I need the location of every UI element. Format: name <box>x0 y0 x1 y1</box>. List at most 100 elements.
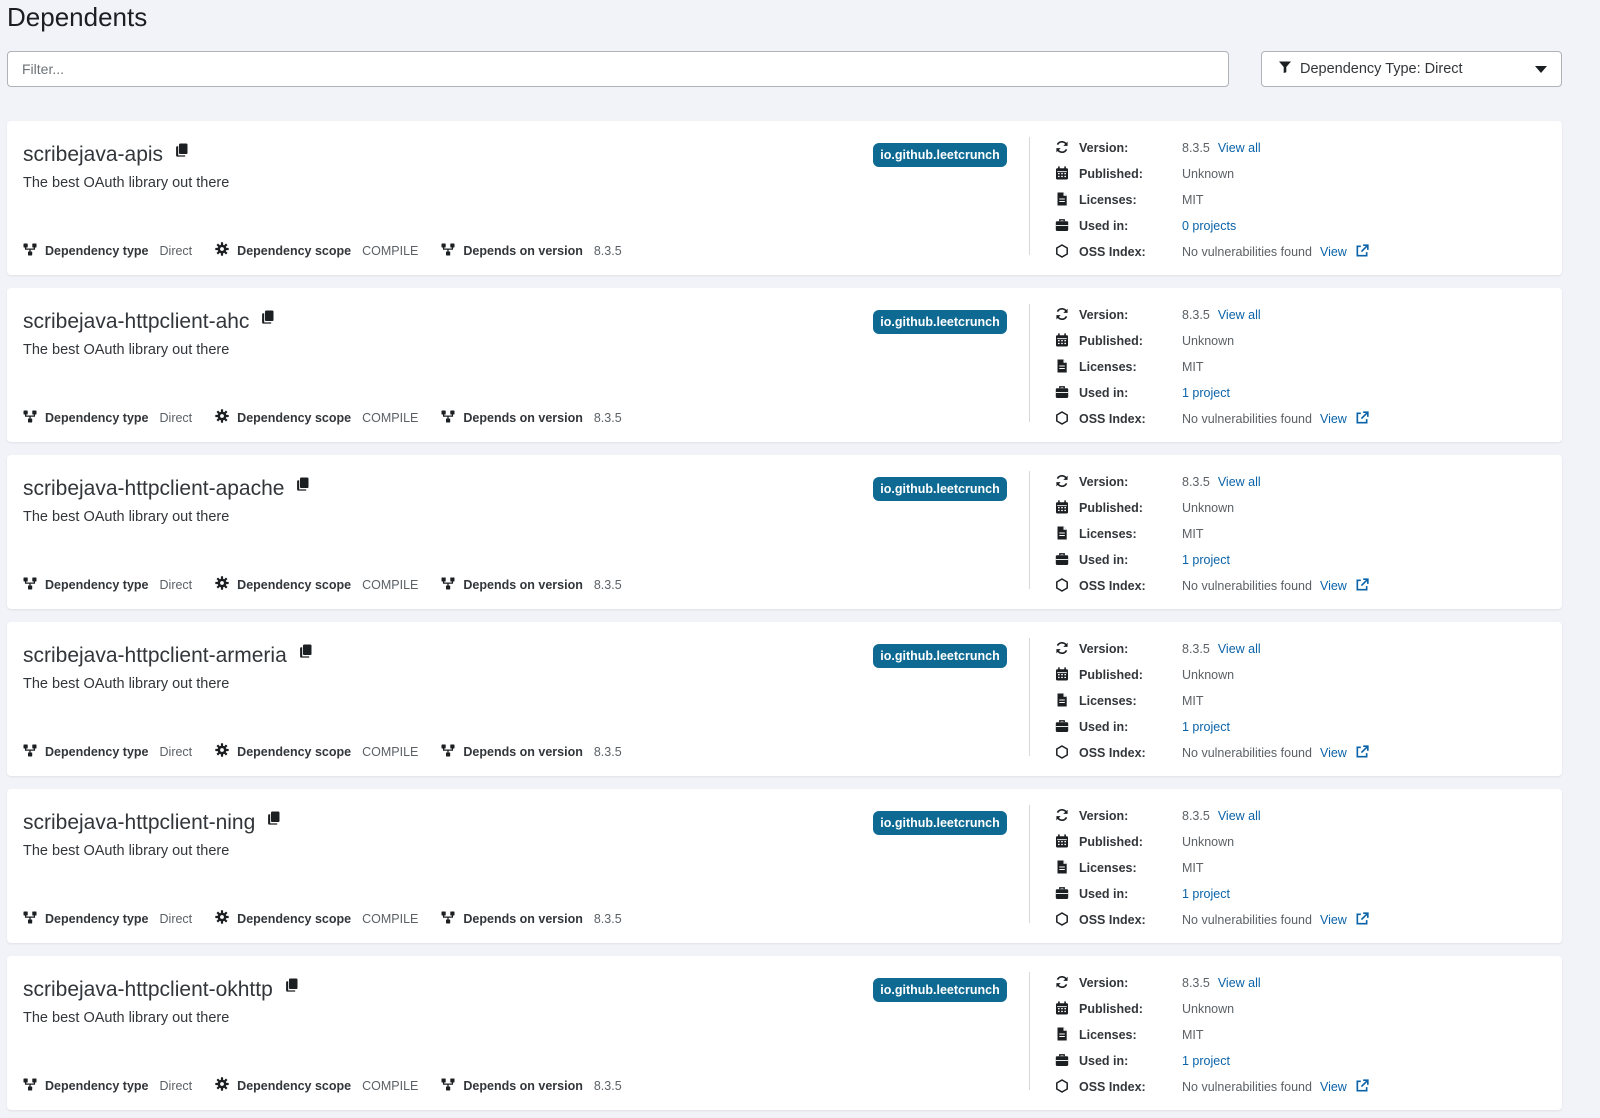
group-badge[interactable]: io.github.leetcrunch <box>873 978 1007 1002</box>
oss-index-row: OSS Index: No vulnerabilities found View <box>1055 406 1555 432</box>
group-badge[interactable]: io.github.leetcrunch <box>873 310 1007 334</box>
group-badge[interactable]: io.github.leetcrunch <box>873 143 1007 167</box>
used-in-link[interactable]: 0 projects <box>1182 219 1236 233</box>
hexagon-icon <box>1055 911 1079 929</box>
used-in-link[interactable]: 1 project <box>1182 720 1230 734</box>
version-value: 8.3.5 <box>1182 642 1210 656</box>
version-row: Version: 8.3.5 View all <box>1055 302 1555 328</box>
group-badge[interactable]: io.github.leetcrunch <box>873 644 1007 668</box>
licenses-label: Licenses: <box>1079 527 1137 541</box>
external-link-icon[interactable] <box>1355 744 1379 762</box>
oss-index-view-link[interactable]: View <box>1320 245 1347 259</box>
licenses-value: MIT <box>1182 861 1204 875</box>
copy-icon[interactable] <box>285 975 298 999</box>
used-in-link[interactable]: 1 project <box>1182 887 1230 901</box>
view-all-versions-link[interactable]: View all <box>1218 642 1261 656</box>
published-value: Unknown <box>1182 501 1235 515</box>
oss-index-value: No vulnerabilities found <box>1182 412 1312 426</box>
hierarchy-icon <box>23 577 45 593</box>
copy-icon[interactable] <box>175 140 188 164</box>
dependent-description: The best OAuth library out there <box>23 342 230 358</box>
dependent-card: scribejava-httpclient-apache The best OA… <box>7 455 1562 609</box>
external-link-icon[interactable] <box>1355 911 1379 929</box>
group-badge[interactable]: io.github.leetcrunch <box>873 811 1007 835</box>
published-label: Published: <box>1079 1002 1143 1016</box>
dependency-type-label: Dependency type <box>45 243 149 258</box>
view-all-versions-link[interactable]: View all <box>1218 308 1261 322</box>
published-row: Published: Unknown <box>1055 829 1555 855</box>
dependent-details: Version: 8.3.5 View all Published: Unkno… <box>1055 135 1555 265</box>
licenses-value: MIT <box>1182 694 1204 708</box>
external-link-icon[interactable] <box>1355 1078 1379 1096</box>
used-in-link[interactable]: 1 project <box>1182 553 1230 567</box>
used-in-label: Used in: <box>1079 219 1129 233</box>
dependency-type-value: Direct <box>159 1078 193 1093</box>
dependency-scope-value: COMPILE <box>362 577 419 592</box>
copy-icon[interactable] <box>299 641 312 665</box>
dependent-name[interactable]: scribejava-httpclient-ning <box>23 811 255 834</box>
copy-icon[interactable] <box>261 307 274 331</box>
hierarchy-icon <box>441 1078 463 1094</box>
used-in-row: Used in: 1 project <box>1055 714 1555 740</box>
dependent-details: Version: 8.3.5 View all Published: Unkno… <box>1055 636 1555 766</box>
document-icon <box>1055 1027 1079 1044</box>
gear-icon <box>215 409 237 426</box>
copy-icon[interactable] <box>296 474 309 498</box>
copy-icon[interactable] <box>267 808 280 832</box>
dependent-name[interactable]: scribejava-httpclient-armeria <box>23 644 287 667</box>
page-title: Dependents <box>7 2 148 32</box>
oss-index-view-link[interactable]: View <box>1320 412 1347 426</box>
dependent-name[interactable]: scribejava-httpclient-okhttp <box>23 978 273 1001</box>
version-label: Version: <box>1079 976 1129 990</box>
dependent-name[interactable]: scribejava-apis <box>23 143 163 166</box>
used-in-row: Used in: 1 project <box>1055 547 1555 573</box>
depends-on-version-label: Depends on version <box>463 577 583 592</box>
refresh-icon <box>1055 474 1079 491</box>
licenses-row: Licenses: MIT <box>1055 354 1555 380</box>
dependent-name[interactable]: scribejava-httpclient-apache <box>23 477 284 500</box>
dependent-name[interactable]: scribejava-httpclient-ahc <box>23 310 249 333</box>
used-in-link[interactable]: 1 project <box>1182 386 1230 400</box>
view-all-versions-link[interactable]: View all <box>1218 141 1261 155</box>
calendar-icon <box>1055 1000 1079 1018</box>
view-all-versions-link[interactable]: View all <box>1218 809 1261 823</box>
oss-index-view-link[interactable]: View <box>1320 579 1347 593</box>
depends-on-version-value: 8.3.5 <box>593 744 622 759</box>
licenses-value: MIT <box>1182 1028 1204 1042</box>
dependency-type-dropdown[interactable]: Dependency Type: Direct <box>1261 51 1562 87</box>
filter-input[interactable] <box>7 51 1229 87</box>
dependent-card: scribejava-apis The best OAuth library o… <box>7 121 1562 275</box>
version-row: Version: 8.3.5 View all <box>1055 803 1555 829</box>
card-divider <box>1029 972 1030 1090</box>
version-row: Version: 8.3.5 View all <box>1055 636 1555 662</box>
briefcase-icon <box>1055 385 1079 402</box>
oss-index-view-link[interactable]: View <box>1320 1080 1347 1094</box>
external-link-icon[interactable] <box>1355 410 1379 428</box>
published-label: Published: <box>1079 668 1143 682</box>
licenses-row: Licenses: MIT <box>1055 521 1555 547</box>
dependent-details: Version: 8.3.5 View all Published: Unkno… <box>1055 469 1555 599</box>
external-link-icon[interactable] <box>1355 577 1379 595</box>
oss-index-label: OSS Index: <box>1079 579 1146 593</box>
dependency-scope-value: COMPILE <box>362 744 419 759</box>
document-icon <box>1055 860 1079 877</box>
external-link-icon[interactable] <box>1355 243 1379 261</box>
oss-index-value: No vulnerabilities found <box>1182 746 1312 760</box>
published-label: Published: <box>1079 167 1143 181</box>
dependency-meta: Dependency type Direct Dependency scope … <box>23 743 645 760</box>
dependent-card: scribejava-httpclient-ning The best OAut… <box>7 789 1562 943</box>
oss-index-view-link[interactable]: View <box>1320 746 1347 760</box>
dependency-type-label: Dependency type <box>45 1078 149 1093</box>
filter-icon <box>1278 60 1292 79</box>
gear-icon <box>215 743 237 760</box>
oss-index-value: No vulnerabilities found <box>1182 913 1312 927</box>
view-all-versions-link[interactable]: View all <box>1218 976 1261 990</box>
dependency-meta: Dependency type Direct Dependency scope … <box>23 1077 645 1094</box>
group-badge[interactable]: io.github.leetcrunch <box>873 477 1007 501</box>
hexagon-icon <box>1055 1078 1079 1096</box>
oss-index-view-link[interactable]: View <box>1320 913 1347 927</box>
licenses-label: Licenses: <box>1079 1028 1137 1042</box>
used-in-label: Used in: <box>1079 1054 1129 1068</box>
view-all-versions-link[interactable]: View all <box>1218 475 1261 489</box>
used-in-link[interactable]: 1 project <box>1182 1054 1230 1068</box>
